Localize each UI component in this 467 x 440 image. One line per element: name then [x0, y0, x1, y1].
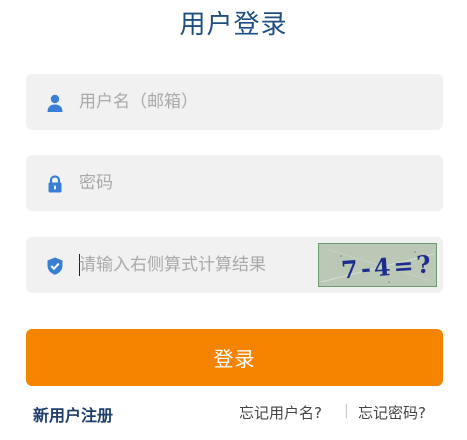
- password-field: [26, 155, 443, 211]
- captcha-graphic: 7-4=?: [319, 244, 436, 286]
- link-separator: |: [344, 403, 349, 419]
- user-icon: [45, 93, 65, 113]
- username-field: [26, 74, 443, 130]
- page-title: 用户登录: [179, 10, 288, 40]
- shield-check-icon: [45, 256, 65, 276]
- captcha-image[interactable]: 7-4=?: [318, 243, 437, 287]
- captcha-input[interactable]: [79, 251, 309, 279]
- forgot-username-link[interactable]: 忘记用户名?: [239, 402, 322, 422]
- username-input[interactable]: [79, 88, 314, 116]
- login-button[interactable]: 登录: [26, 329, 443, 386]
- forgot-password-link[interactable]: 忘记密码?: [358, 402, 426, 422]
- captcha-field: 7-4=?: [26, 237, 443, 293]
- register-link[interactable]: 新用户注册: [33, 402, 113, 425]
- lock-icon: [45, 174, 65, 194]
- password-input[interactable]: [79, 169, 314, 197]
